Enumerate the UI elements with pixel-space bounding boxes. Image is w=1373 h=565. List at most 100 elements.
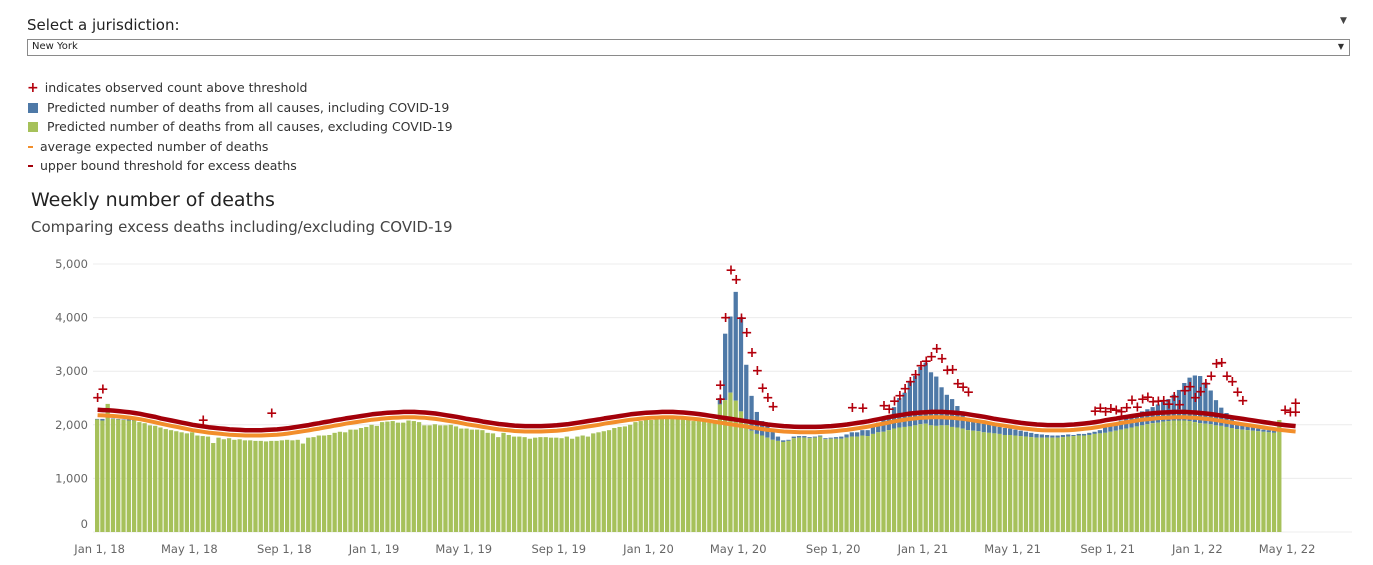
bar-excluding-covid [622, 426, 628, 532]
x-tick-label: May 1, 20 [710, 542, 767, 556]
bar-excluding-covid [195, 435, 200, 532]
bar-including-covid [865, 430, 870, 437]
plus-marker-icon: + [27, 80, 39, 96]
bar-excluding-covid [174, 431, 179, 532]
bar-excluding-covid [1208, 424, 1213, 532]
bar-including-covid [986, 424, 992, 433]
x-tick-label: Jan 1, 20 [622, 542, 674, 556]
bar-excluding-covid [390, 421, 395, 532]
chevron-down-icon[interactable]: ▼ [1340, 16, 1347, 26]
bar-excluding-covid [216, 437, 221, 532]
bar-excluding-covid [712, 422, 717, 532]
bar-including-covid [1066, 434, 1071, 437]
bar-excluding-covid [163, 429, 168, 532]
y-tick-label: 3,000 [55, 364, 88, 378]
bar-excluding-covid [189, 432, 195, 532]
bar-excluding-covid [738, 411, 744, 532]
bar-excluding-covid [902, 426, 907, 532]
chart-subtitle: Comparing excess deaths including/exclud… [31, 218, 453, 236]
bar-excluding-covid [575, 436, 580, 532]
bar-excluding-covid [469, 429, 474, 532]
bar-excluding-covid [1229, 428, 1234, 532]
x-tick-label: Jan 1, 18 [73, 542, 125, 556]
bar-excluding-covid [1256, 431, 1261, 532]
bar-including-covid [733, 291, 738, 401]
above-threshold-marker: + [1174, 397, 1186, 413]
bar-excluding-covid [242, 440, 248, 532]
bar-including-covid [1087, 432, 1092, 435]
bar-excluding-covid [886, 430, 891, 532]
above-threshold-marker: + [741, 325, 753, 341]
bar-excluding-covid [591, 433, 596, 532]
bar-excluding-covid [274, 440, 279, 532]
bar-including-covid [823, 438, 828, 440]
y-tick-label: 4,000 [55, 311, 88, 325]
bar-excluding-covid [1240, 429, 1245, 532]
bar-including-covid [1256, 428, 1261, 432]
bar-excluding-covid [464, 428, 469, 532]
above-threshold-marker: + [197, 412, 209, 428]
bar-excluding-covid [828, 438, 833, 532]
red-dash-icon [28, 165, 33, 167]
bar-including-covid [1103, 427, 1108, 433]
jurisdiction-select[interactable]: New York ▼ [27, 39, 1350, 56]
bar-excluding-covid [728, 392, 733, 532]
bar-excluding-covid [411, 421, 416, 532]
legend-item-above-threshold: + indicates observed count above threshol… [27, 80, 453, 100]
bar-excluding-covid [474, 429, 480, 532]
bar-including-covid [849, 432, 854, 437]
dropdown-caret-icon[interactable]: ▼ [1338, 42, 1344, 51]
bar-excluding-covid [654, 417, 659, 532]
bar-including-covid [116, 418, 121, 420]
bar-including-covid [1002, 428, 1008, 435]
bar-including-covid [1097, 430, 1103, 434]
above-threshold-marker: + [767, 399, 779, 415]
x-tick-label: Sep 1, 19 [531, 542, 586, 556]
bar-excluding-covid [918, 424, 923, 532]
bar-excluding-covid [137, 422, 142, 532]
bar-excluding-covid [1250, 430, 1256, 532]
bar-including-covid [997, 426, 1002, 434]
bar-excluding-covid [612, 428, 617, 532]
bar-including-covid [1266, 430, 1271, 433]
bar-excluding-covid [870, 433, 876, 532]
bar-excluding-covid [221, 439, 226, 532]
bar-excluding-covid [585, 436, 591, 532]
legend-item-including-covid: Predicted number of deaths from all caus… [27, 100, 453, 120]
chart-title: Weekly number of deaths [31, 189, 275, 211]
bar-excluding-covid [564, 436, 569, 532]
bar-excluding-covid [934, 425, 939, 532]
bar-including-covid [1076, 433, 1081, 436]
bar-excluding-covid [369, 424, 374, 532]
bar-excluding-covid [981, 432, 986, 532]
bar-excluding-covid [538, 437, 543, 532]
x-tick-label: Sep 1, 21 [1080, 542, 1135, 556]
x-tick-label: May 1, 19 [435, 542, 492, 556]
bar-excluding-covid [860, 435, 865, 532]
bar-excluding-covid [358, 428, 364, 532]
jurisdiction-select-value: New York [32, 41, 78, 52]
bar-excluding-covid [374, 425, 379, 532]
bar-excluding-covid [1145, 424, 1150, 532]
bar-excluding-covid [649, 419, 654, 532]
bar-including-covid [121, 419, 126, 420]
bar-excluding-covid [664, 417, 670, 532]
above-threshold-marker: + [715, 392, 727, 408]
bar-including-covid [981, 423, 986, 433]
bar-excluding-covid [316, 435, 321, 532]
jurisdiction-label: Select a jurisdiction: [27, 16, 180, 34]
bar-including-covid [1018, 430, 1023, 437]
bar-excluding-covid [1198, 423, 1203, 532]
above-threshold-marker: + [730, 272, 742, 288]
bar-excluding-covid [638, 421, 643, 532]
legend-item-expected: average expected number of deaths [27, 139, 453, 159]
bar-excluding-covid [770, 439, 775, 532]
bar-excluding-covid [1013, 435, 1018, 532]
above-threshold-marker: + [266, 405, 278, 421]
bar-excluding-covid [1044, 437, 1050, 532]
bar-excluding-covid [1081, 435, 1087, 532]
bar-excluding-covid [1182, 420, 1187, 532]
bar-excluding-covid [364, 426, 369, 532]
bar-excluding-covid [670, 417, 675, 532]
bar-including-covid [992, 425, 997, 434]
